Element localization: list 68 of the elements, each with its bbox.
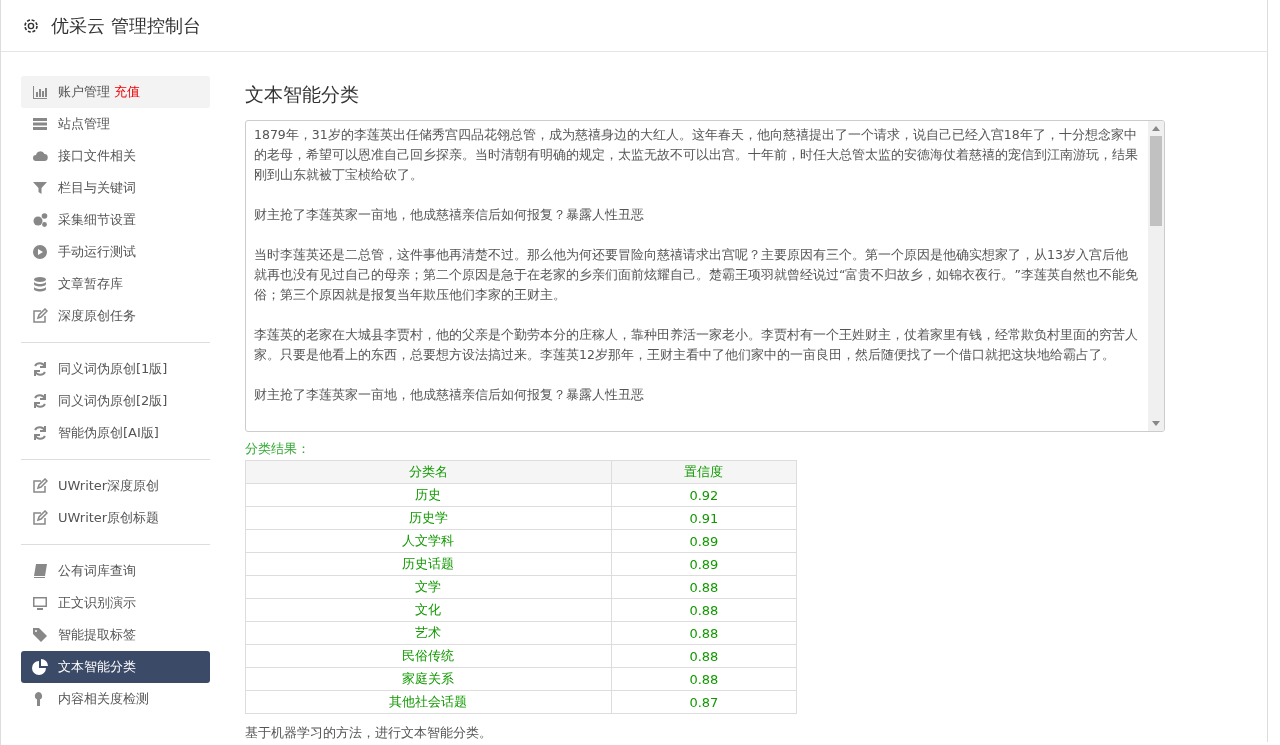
table-cell: 其他社会话题 (245, 690, 612, 714)
table-cell: 0.89 (611, 529, 797, 553)
sidebar-item[interactable]: 手动运行测试 (21, 236, 210, 268)
description-text: 基于机器学习的方法，进行文本智能分类。 (245, 724, 493, 742)
result-label: 分类结果： (245, 440, 311, 458)
sidebar-item[interactable]: 内容相关度检测 (21, 683, 210, 715)
bar-chart-icon (32, 84, 48, 100)
table-cell: 0.88 (611, 598, 797, 622)
sidebar-item[interactable]: 站点管理 (21, 108, 210, 140)
sidebar-item[interactable]: 深度原创任务 (21, 300, 210, 332)
sidebar-item[interactable]: UWriter原创标题 (21, 502, 210, 534)
table-cell: 0.88 (611, 621, 797, 645)
edit-icon (32, 478, 48, 494)
refresh-icon (32, 361, 48, 377)
edit-icon (32, 510, 48, 526)
paragraph: 李莲英的老家在大城县李贾村，他的父亲是个勤劳本分的庄稼人，靠种田养活一家老小。李贾村有一个王姓财主，仗着家里有钱，经常欺负村里面的穷苦人家。只要是他看上的东西，总要想方设法搞过来。李莲英12岁那年，王财主看中了他们家中的一亩良田，然后随便找了一个借口就把这块地给霸占了。 (254, 326, 1139, 364)
sidebar-item[interactable]: 智能伪原创[AI版] (21, 417, 210, 449)
text-area[interactable] (245, 120, 1165, 432)
sidebar-item[interactable]: 栏目与关键词 (21, 172, 210, 204)
sidebar-item[interactable]: 智能提取标签 (21, 619, 210, 651)
sidebar-item[interactable]: 账户管理 充值 (21, 76, 210, 108)
book-icon (32, 563, 48, 579)
refresh-icon (32, 425, 48, 441)
paragraph: 当时李莲英还是二总管，这件事他再清楚不过。那么他为何还要冒险向慈禧请求出宫呢？主要原因有三个。第一个原因是他确实想家了，从13岁入宫后他就再也没有见过自己的母亲；第二个原因是急于在老家的乡亲们面前炫耀自己。楚霸王项羽就曾经说过“富贵不归故乡，如锦衣夜行。”李莲英自然也不能免俗；第三个原因就是报复当年欺压他们李家的王财主。 (254, 246, 1139, 304)
table-cell: 文学 (245, 575, 612, 599)
table-cell: 历史学 (245, 506, 612, 530)
sidebar-item[interactable]: 文本智能分类 (21, 651, 210, 683)
app-title: 优采云 管理控制台 (51, 13, 201, 38)
table-cell: 历史 (245, 483, 612, 507)
column-header: 分类名 (245, 460, 612, 484)
table-cell: 0.88 (611, 575, 797, 599)
sidebar-item[interactable]: UWriter深度原创 (21, 470, 210, 502)
table-cell: 0.91 (611, 506, 797, 530)
table-cell: 人文学科 (245, 529, 612, 553)
table-cell: 0.88 (611, 644, 797, 668)
refresh-icon (32, 393, 48, 409)
table-cell: 0.88 (611, 667, 797, 691)
column-header: 置信度 (611, 460, 797, 484)
table-cell: 0.89 (611, 552, 797, 576)
server-icon (32, 116, 48, 132)
sidebar-item[interactable]: 接口文件相关 (21, 140, 210, 172)
sidebar-item[interactable]: 采集细节设置 (21, 204, 210, 236)
recharge-link[interactable]: 充值 (114, 83, 140, 101)
table-cell: 文化 (245, 598, 612, 622)
table-cell: 民俗传统 (245, 644, 612, 668)
edit-icon (32, 308, 48, 324)
sidebar-item[interactable]: 公有词库查询 (21, 555, 210, 587)
cloud-upload-icon (32, 148, 48, 164)
database-icon (32, 276, 48, 292)
play-icon (32, 244, 48, 260)
sidebar-item[interactable]: 同义词伪原创[1版] (21, 353, 210, 385)
paragraph: 财主抢了李莲英家一亩地，他成慈禧亲信后如何报复？暴露人性丑恶 (254, 206, 645, 224)
pie-chart-icon (32, 659, 48, 675)
paragraph: 财主抢了李莲英家一亩地，他成慈禧亲信后如何报复？暴露人性丑恶 (254, 386, 645, 404)
monitor-icon (32, 595, 48, 611)
sidebar-item[interactable]: 正文识别演示 (21, 587, 210, 619)
table-cell: 0.87 (611, 690, 797, 714)
tag-icon (32, 627, 48, 643)
sidebar-item[interactable]: 文章暂存库 (21, 268, 210, 300)
table-cell: 0.92 (611, 483, 797, 507)
filter-icon (32, 180, 48, 196)
sidebar-item[interactable]: 同义词伪原创[2版] (21, 385, 210, 417)
table-cell: 历史话题 (245, 552, 612, 576)
table-cell: 艺术 (245, 621, 612, 645)
scrollbar[interactable] (1148, 121, 1164, 431)
table-cell: 家庭关系 (245, 667, 612, 691)
page-title: 文本智能分类 (245, 82, 360, 107)
paragraph: 1879年，31岁的李莲英出任储秀宫四品花翎总管，成为慈禧身边的大红人。这年春天，他向慈禧提出了一个请求，说自己已经入宫18年了，十分想念家中的老母，希望可以恩准自己回乡探亲。当时清朝有明确的规定，太监无故不可以出宫。十年前，时任大总管太监的安德海仗着慈禧的宠信到江南游玩，结果刚到山东就被丁宝桢给砍了。 (254, 126, 1139, 184)
